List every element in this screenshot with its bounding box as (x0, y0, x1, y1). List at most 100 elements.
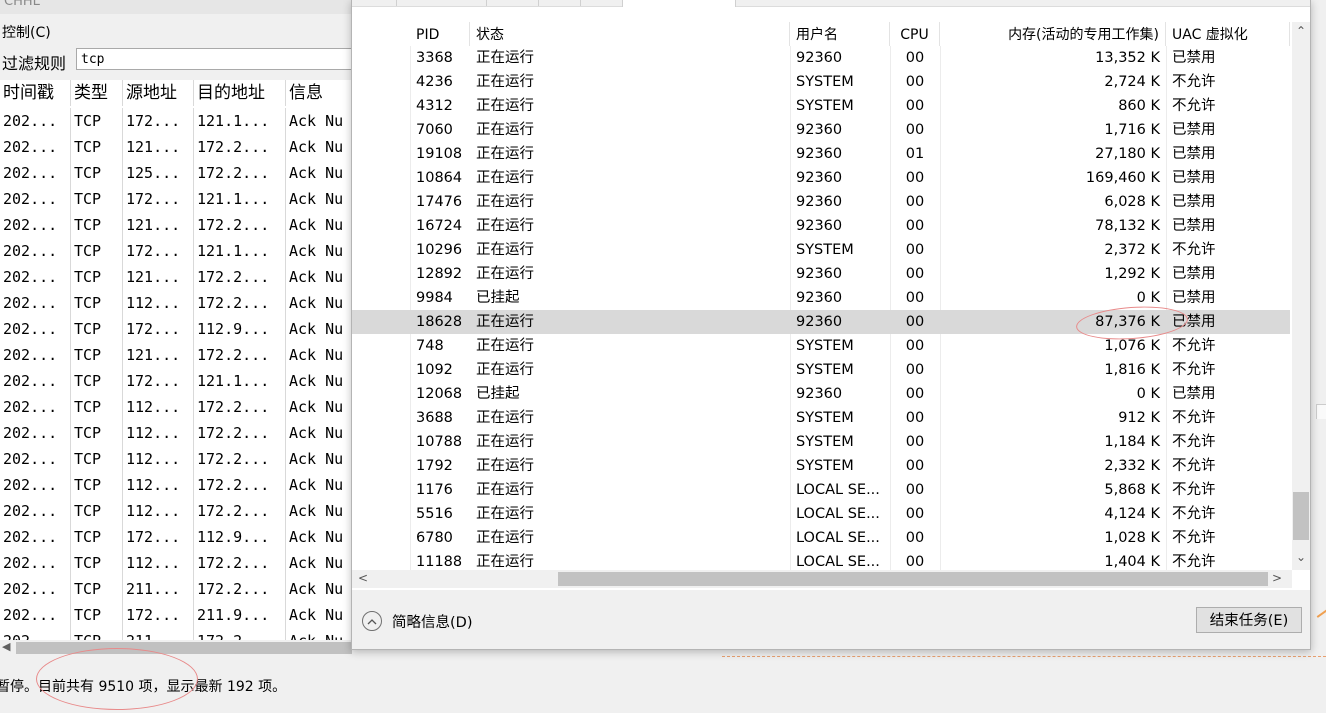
packet-row[interactable]: 202... TCP 112... 172.2... Ack Nu (0, 472, 352, 498)
cell-timestamp: 202... (0, 160, 71, 186)
tab-processes[interactable] (352, 0, 397, 6)
cell-info: Ack Nu (286, 238, 352, 264)
process-row[interactable]: 3368 正在运行 92360 00 13,352 K 已禁用 (352, 46, 1290, 70)
scroll-right-icon[interactable]: > (1272, 571, 1282, 585)
tab-startup[interactable] (538, 0, 581, 6)
cell-user: LOCAL SE... (796, 506, 880, 522)
hscroll-thumb[interactable] (16, 642, 352, 654)
process-row[interactable]: 1092 正在运行 SYSTEM 00 1,816 K 不允许 (352, 358, 1290, 382)
packet-table-hscroll[interactable]: ◀ (0, 640, 352, 656)
cell-uac: 不允许 (1172, 362, 1216, 378)
packet-row[interactable]: 202... TCP 112... 172.2... Ack Nu (0, 498, 352, 524)
packet-row[interactable]: 202... TCP 172... 121.1... Ack Nu (0, 368, 352, 394)
packet-row[interactable]: 202... TCP 172... 112.9... Ack Nu (0, 524, 352, 550)
process-row[interactable]: 10864 正在运行 92360 00 169,460 K 已禁用 (352, 166, 1290, 190)
packet-row[interactable]: 202... TCP 172... 112.9... Ack Nu (0, 316, 352, 342)
tab-app-history[interactable] (486, 0, 539, 6)
col-header-cpu[interactable]: CPU (890, 22, 940, 46)
tab-performance[interactable] (396, 0, 487, 6)
col-header-memory[interactable]: 内存(活动的专用工作集) (940, 22, 1166, 46)
packet-row[interactable]: 202... TCP 121... 172.2... Ack Nu (0, 134, 352, 160)
col-header-username[interactable]: 用户名 (790, 22, 890, 46)
packet-row[interactable]: 202... TCP 172... 121.1... Ack Nu (0, 186, 352, 212)
cell-type: TCP (71, 264, 123, 290)
process-row[interactable]: 3688 正在运行 SYSTEM 00 912 K 不允许 (352, 406, 1290, 430)
cell-source: 112... (123, 394, 194, 420)
col-header-uac[interactable]: UAC 虚拟化 (1166, 22, 1290, 46)
process-row[interactable]: 16724 正在运行 92360 00 78,132 K 已禁用 (352, 214, 1290, 238)
menu-control[interactable]: 控制(C) (2, 22, 51, 42)
packet-row[interactable]: 202... TCP 112... 172.2... Ack Nu (0, 394, 352, 420)
cell-pid: 10864 (416, 170, 463, 186)
cell-user: SYSTEM (796, 338, 854, 354)
packet-row[interactable]: 202... TCP 112... 172.2... Ack Nu (0, 420, 352, 446)
cell-cpu: 00 (905, 218, 925, 234)
cell-uac: 已禁用 (1172, 194, 1216, 210)
cell-pid: 4312 (416, 98, 453, 114)
grid-vscroll[interactable]: ⌃ ⌄ (1292, 22, 1310, 570)
process-row[interactable]: 4312 正在运行 SYSTEM 00 860 K 不允许 (352, 94, 1290, 118)
col-header-source[interactable]: 源地址 (123, 80, 194, 106)
packet-row[interactable]: 202... TCP 121... 172.2... Ack Nu (0, 264, 352, 290)
cell-type: TCP (71, 498, 123, 524)
process-row[interactable]: 1792 正在运行 SYSTEM 00 2,332 K 不允许 (352, 454, 1290, 478)
cell-pid: 10788 (416, 434, 463, 450)
vscroll-thumb[interactable] (1293, 492, 1309, 540)
col-header-type[interactable]: 类型 (71, 80, 123, 106)
process-row[interactable]: 1176 正在运行 LOCAL SE... 00 5,868 K 不允许 (352, 478, 1290, 502)
process-row[interactable]: 7060 正在运行 92360 00 1,716 K 已禁用 (352, 118, 1290, 142)
tab-users[interactable] (580, 0, 623, 6)
packet-row[interactable]: 202... TCP 121... 172.2... Ack Nu (0, 212, 352, 238)
process-row[interactable]: 10296 正在运行 SYSTEM 00 2,372 K 不允许 (352, 238, 1290, 262)
filter-input[interactable] (76, 48, 356, 70)
tab-details[interactable] (622, 0, 736, 7)
col-header-pid[interactable]: PID (410, 22, 470, 46)
end-task-button[interactable]: 结束任务(E) (1196, 607, 1302, 633)
grid-hscroll[interactable]: < > (352, 570, 1292, 588)
packet-row[interactable]: 202... TCP 112... 172.2... Ack Nu (0, 290, 352, 316)
process-row[interactable]: 19108 正在运行 92360 01 27,180 K 已禁用 (352, 142, 1290, 166)
col-header-status[interactable]: 状态 (470, 22, 790, 46)
packet-row[interactable]: 202... TCP 125... 172.2... Ack Nu (0, 160, 352, 186)
process-row[interactable]: 12068 已挂起 92360 00 0 K 已禁用 (352, 382, 1290, 406)
col-header-timestamp[interactable]: 时间戳 (0, 80, 71, 106)
packet-row[interactable]: 202... TCP 172... 121.1... Ack Nu (0, 238, 352, 264)
cell-timestamp: 202... (0, 524, 71, 550)
scroll-up-icon[interactable]: ⌃ (1296, 24, 1306, 38)
scroll-left-icon[interactable]: ◀ (2, 640, 10, 653)
col-header-info[interactable]: 信息 (286, 80, 352, 106)
process-row[interactable]: 5516 正在运行 LOCAL SE... 00 4,124 K 不允许 (352, 502, 1290, 526)
packet-row[interactable]: 202...TCP211...172.2...Ack Nu (0, 576, 352, 602)
cell-memory: 4,124 K (1104, 506, 1160, 522)
cell-destination: 172.2... (194, 446, 286, 472)
cell-cpu: 00 (905, 362, 925, 378)
cell-type: TCP (71, 342, 123, 368)
cell-memory: 2,724 K (1104, 74, 1160, 90)
col-header-destination[interactable]: 目的地址 (194, 80, 286, 106)
process-row[interactable]: 11188 正在运行 LOCAL SE... 00 1,404 K 不允许 (352, 550, 1290, 570)
scroll-down-icon[interactable]: ⌄ (1296, 550, 1306, 564)
packet-row[interactable]: 202... TCP 172... 121.1... Ack Nu (0, 108, 352, 134)
fewer-details-label: 简略信息(D) (392, 614, 473, 631)
process-row[interactable]: 17476 正在运行 92360 00 6,028 K 已禁用 (352, 190, 1290, 214)
process-row[interactable]: 10788 正在运行 SYSTEM 00 1,184 K 不允许 (352, 430, 1290, 454)
process-row[interactable]: 748 正在运行 SYSTEM 00 1,076 K 不允许 (352, 334, 1290, 358)
cell-uac: 已禁用 (1172, 170, 1216, 186)
packet-row[interactable]: 202...TCP211...172.2...Ack Nu (0, 628, 352, 640)
packet-row[interactable]: 202... TCP 121... 172.2... Ack Nu (0, 342, 352, 368)
cell-cpu: 00 (905, 194, 925, 210)
scroll-left-icon[interactable]: < (358, 571, 368, 585)
cell-timestamp: 202... (0, 342, 71, 368)
cell-cpu: 00 (905, 314, 925, 330)
cell-info: Ack Nu (286, 524, 352, 550)
process-row[interactable]: 12892 正在运行 92360 00 1,292 K 已禁用 (352, 262, 1290, 286)
packet-row[interactable]: 202... TCP 112... 172.2... Ack Nu (0, 446, 352, 472)
packet-row[interactable]: 202... TCP 112... 172.2... Ack Nu (0, 550, 352, 576)
packet-row[interactable]: 202... TCP 172... 211.9... Ack Nu (0, 602, 352, 628)
cell-pid: 9984 (416, 290, 453, 306)
process-row[interactable]: 6780 正在运行 LOCAL SE... 00 1,028 K 不允许 (352, 526, 1290, 550)
fewer-details-button[interactable]: 简略信息(D) (362, 608, 472, 634)
cell-user: SYSTEM (796, 458, 854, 474)
hscroll-thumb[interactable] (558, 572, 1268, 586)
process-row[interactable]: 4236 正在运行 SYSTEM 00 2,724 K 不允许 (352, 70, 1290, 94)
